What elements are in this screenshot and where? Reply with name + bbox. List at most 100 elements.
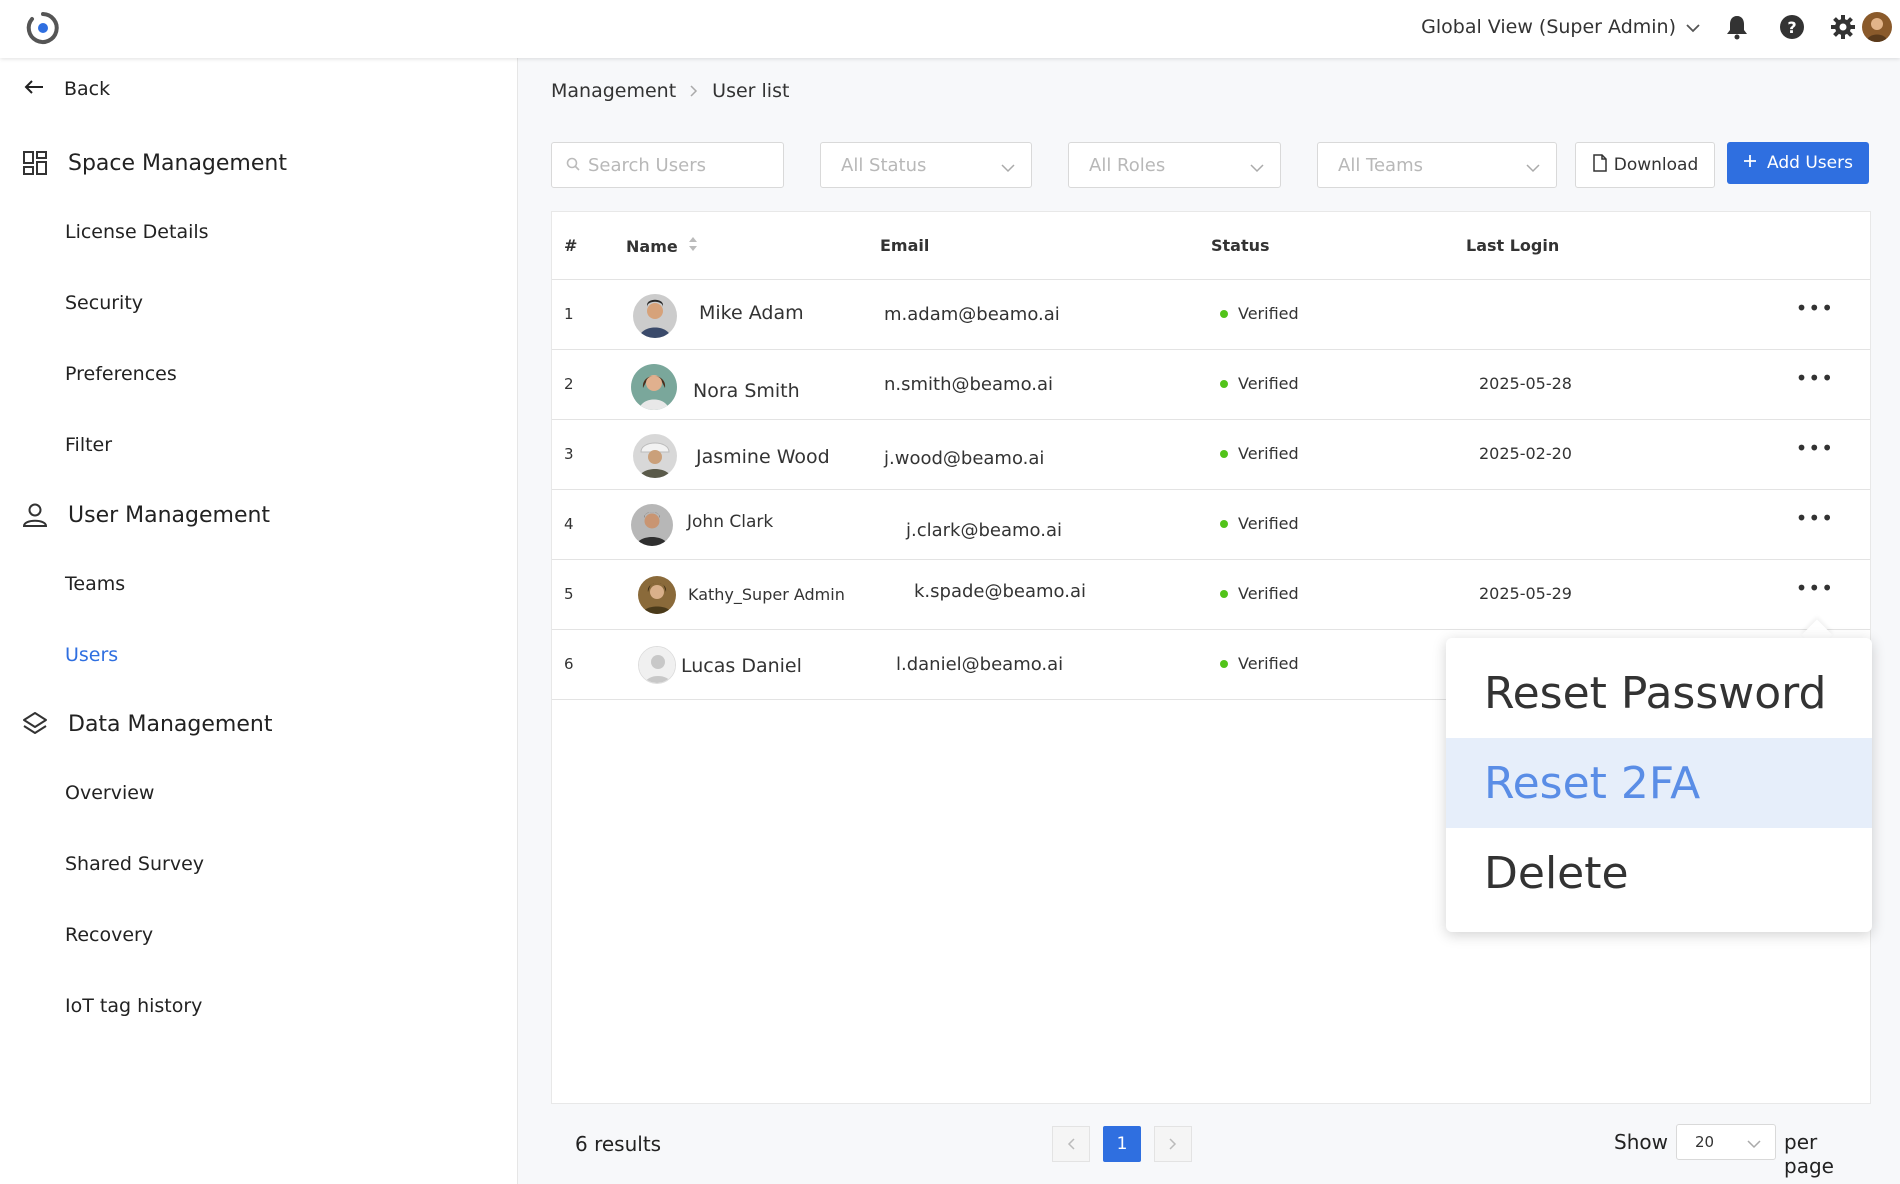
add-users-button[interactable]: Add Users [1727,142,1869,184]
more-actions-icon[interactable]: ••• [1796,506,1834,530]
bell-icon[interactable] [1722,12,1752,42]
user-email: n.smith@beamo.ai [884,374,1054,395]
avatar [631,364,677,410]
user-email: l.daniel@beamo.ai [896,654,1064,675]
app-logo[interactable] [24,9,62,47]
row-index: 6 [564,655,574,673]
arrow-left-icon [24,78,44,100]
more-actions-icon[interactable]: ••• [1796,576,1834,600]
layers-icon [20,709,50,739]
per-page-label: per page [1784,1130,1834,1178]
sidebar-section-data-management[interactable]: Data Management [20,709,272,739]
row-index: 5 [564,585,574,603]
col-email: Email [880,236,930,255]
breadcrumb-current: User list [712,80,790,102]
table-row[interactable]: 3 Jasmine Wood j.wood@beamo.ai Verified … [552,420,1870,490]
table-row[interactable]: 4 John Clark j.clark@beamo.ai Verified •… [552,490,1870,560]
sidebar-item-users[interactable]: Users [65,644,118,666]
teams-select[interactable]: All Teams [1317,142,1557,188]
filter-bar: Search Users All Status All Roles All Te… [551,142,1881,188]
table-row[interactable]: 2 Nora Smith n.smith@beamo.ai Verified 2… [552,350,1870,420]
sort-icon[interactable] [688,236,698,256]
sidebar-item-security[interactable]: Security [65,292,143,314]
col-name[interactable]: Name [626,236,698,256]
sidebar-item-overview[interactable]: Overview [65,782,154,804]
sidebar-item-teams[interactable]: Teams [65,573,125,595]
user-email: k.spade@beamo.ai [914,581,1086,602]
reset-password-menu-item[interactable]: Reset Password [1446,648,1872,738]
avatar [638,576,676,614]
download-button[interactable]: Download [1575,142,1715,188]
row-index: 1 [564,305,574,323]
breadcrumb-parent[interactable]: Management [551,80,676,102]
chevron-right-icon [1169,1138,1177,1150]
user-name: Jasmine Wood [696,446,830,468]
user-icon [20,500,50,530]
status-dot [1220,309,1228,318]
avatar [638,646,676,684]
user-name: Nora Smith [693,380,800,402]
sidebar-section-user-management[interactable]: User Management [20,500,270,530]
status-dot [1220,379,1228,388]
status-badge: Verified [1220,304,1299,323]
status-dot [1220,659,1228,668]
prev-page-button[interactable] [1052,1126,1090,1162]
search-placeholder: Search Users [588,154,706,176]
sidebar-item-filter[interactable]: Filter [65,434,112,456]
sidebar-section-label: Space Management [68,150,287,176]
scope-selector[interactable]: Global View (Super Admin) [1421,16,1700,38]
status-select[interactable]: All Status [820,142,1032,188]
breadcrumb: Management User list [551,80,789,102]
sidebar-section-space-management[interactable]: Space Management [20,148,287,178]
status-text: Verified [1238,304,1299,323]
user-name: John Clark [687,512,774,532]
scope-label: Global View (Super Admin) [1421,16,1676,38]
sidebar-item-iot-tag-history[interactable]: IoT tag history [65,995,202,1017]
gear-icon[interactable] [1828,12,1858,42]
teams-select-value: All Teams [1338,154,1423,176]
sidebar-item-license-details[interactable]: License Details [65,221,209,243]
roles-select[interactable]: All Roles [1068,142,1281,188]
avatar [633,294,677,338]
profile-avatar[interactable] [1862,12,1892,42]
next-page-button[interactable] [1154,1126,1192,1162]
delete-menu-item[interactable]: Delete [1446,828,1872,918]
help-icon[interactable]: ? [1777,12,1807,42]
status-text: Verified [1238,374,1299,393]
add-users-label: Add Users [1767,153,1853,173]
user-name: Mike Adam [699,302,804,324]
page-1-button[interactable]: 1 [1103,1126,1141,1162]
table-row[interactable]: 5 Kathy_Super Admin k.spade@beamo.ai Ver… [552,560,1870,630]
col-name-label: Name [626,236,678,256]
status-text: Verified [1238,584,1299,603]
col-status: Status [1211,236,1270,255]
row-actions-menu: Reset Password Reset 2FA Delete [1446,638,1872,932]
chevron-down-icon [1526,157,1540,178]
more-actions-icon[interactable]: ••• [1796,366,1834,390]
user-email: j.wood@beamo.ai [884,448,1045,469]
more-actions-icon[interactable]: ••• [1796,296,1834,320]
status-text: Verified [1238,444,1299,463]
back-button[interactable]: Back [24,78,110,100]
sidebar-item-shared-survey[interactable]: Shared Survey [65,853,204,875]
main-content: Management User list Search Users All St… [519,58,1900,1184]
chevron-right-icon [690,82,698,101]
sidebar-item-preferences[interactable]: Preferences [65,363,177,385]
sidebar-section-label: Data Management [68,711,273,737]
sidebar-section-label: User Management [68,502,271,528]
table-header: # Name Email Status Last Login [552,212,1870,280]
results-count: 6 results [575,1132,662,1156]
sidebar-item-recovery[interactable]: Recovery [65,924,153,946]
table-row[interactable]: 1 Mike Adam m.adam@beamo.ai Verified ••• [552,280,1870,350]
status-text: Verified [1238,514,1299,533]
row-index: 3 [564,445,574,463]
search-input[interactable]: Search Users [551,142,784,188]
more-actions-icon[interactable]: ••• [1796,436,1834,460]
plus-icon [1743,153,1757,173]
user-name: Kathy_Super Admin [688,585,845,604]
show-label: Show [1614,1130,1668,1154]
last-login: 2025-02-20 [1479,444,1572,463]
reset-2fa-menu-item[interactable]: Reset 2FA [1446,738,1872,828]
per-page-select[interactable]: 20 [1676,1124,1776,1160]
chevron-down-icon [1250,157,1264,178]
